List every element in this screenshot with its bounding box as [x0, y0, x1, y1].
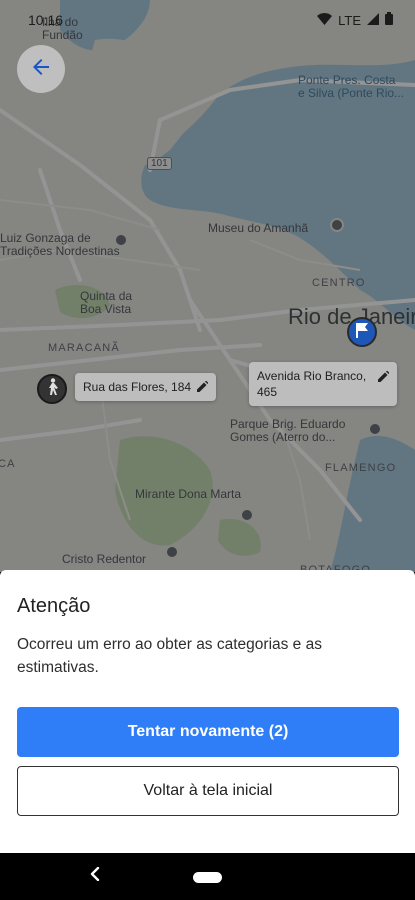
pencil-icon — [378, 370, 390, 386]
map-view[interactable]: Ilha do Fundão Ponte Pres. Costa e Silva… — [0, 0, 415, 572]
dialog-message: Ocorreu um erro ao obter as categorias e… — [17, 636, 322, 676]
person-walking-icon — [44, 377, 60, 401]
origin-address-chip[interactable]: Rua das Flores, 184 — [75, 373, 217, 401]
flag-icon — [355, 322, 369, 343]
chevron-left-icon — [90, 866, 100, 886]
network-type: LTE — [338, 12, 361, 28]
origin-pin[interactable] — [37, 374, 67, 404]
wifi-icon — [317, 12, 333, 28]
signal-icon — [367, 12, 379, 28]
arrow-left-icon — [29, 55, 53, 84]
back-to-home-button[interactable]: Voltar à tela inicial — [17, 766, 399, 816]
retry-button[interactable]: Tentar novamente (2) — [17, 707, 399, 757]
destination-address-chip[interactable]: Avenida Rio Branco, 465 — [249, 362, 397, 407]
origin-address: Rua das Flores, 184 — [83, 379, 192, 394]
modal-scrim[interactable] — [0, 0, 415, 572]
status-bar: 10:16 LTE — [0, 0, 415, 40]
status-time: 10:16 — [28, 12, 64, 28]
system-nav-bar — [0, 853, 415, 900]
nav-back-button[interactable] — [86, 866, 104, 886]
error-dialog-sheet: Atenção Ocorreu um erro ao obter as cate… — [0, 570, 415, 853]
pencil-icon — [197, 380, 209, 396]
destination-address: Avenida Rio Branco, 465 — [257, 369, 367, 400]
battery-icon — [385, 12, 393, 28]
nav-home-pill[interactable] — [193, 872, 222, 883]
destination-pin[interactable] — [347, 317, 377, 347]
dialog-title: Atenção — [17, 595, 91, 617]
status-icons: LTE — [317, 12, 393, 28]
back-button[interactable] — [17, 45, 65, 93]
